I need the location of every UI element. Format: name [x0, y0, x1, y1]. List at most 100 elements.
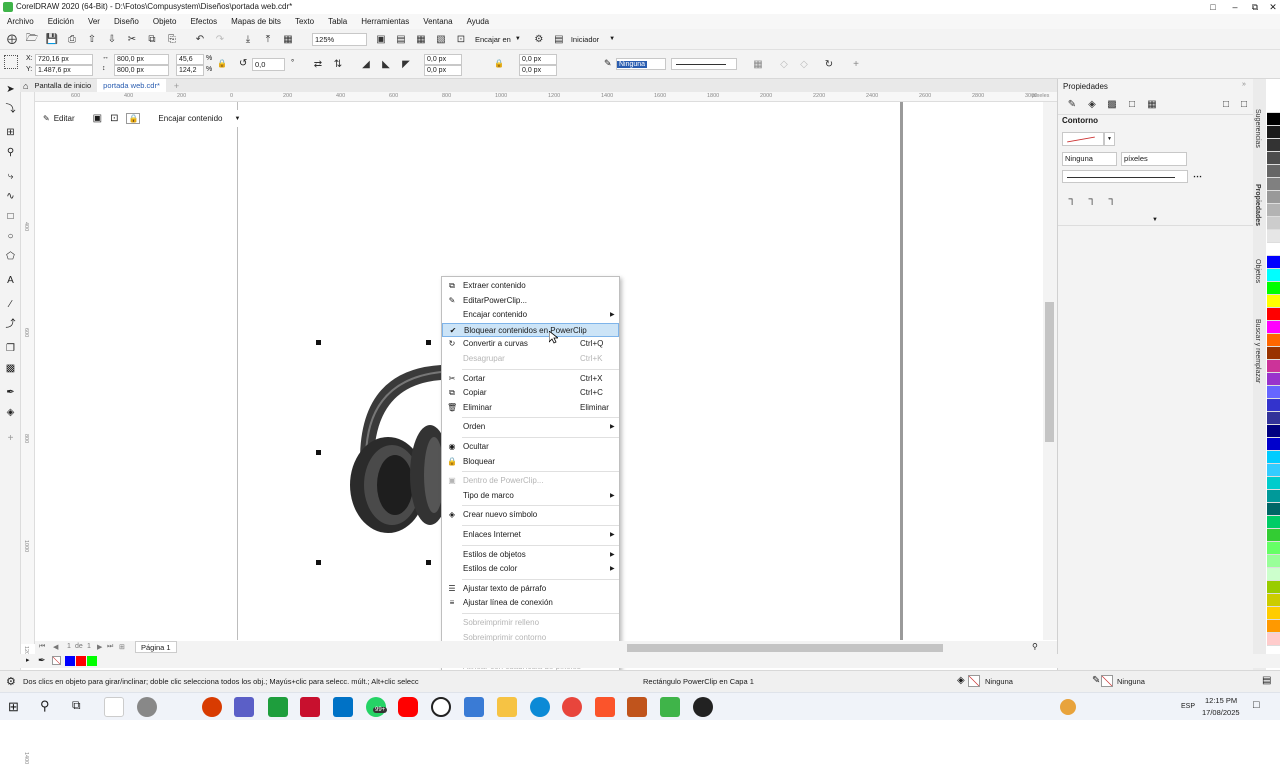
vertical-scroll-thumb[interactable]	[1045, 302, 1054, 442]
launcher-dropdown[interactable]: Iniciador	[571, 35, 599, 44]
cap-square-icon[interactable]: ┐	[1104, 191, 1120, 207]
cut-icon[interactable]: ✂	[124, 31, 140, 47]
artistic-media-icon[interactable]: ∿	[3, 189, 18, 204]
context-menu-item[interactable]: Sobreimprimir relleno	[442, 616, 619, 630]
transparency-tab-icon[interactable]: □	[1124, 96, 1140, 112]
menu-diseno[interactable]: Diseño	[114, 17, 139, 26]
menu-objeto[interactable]: Objeto	[153, 17, 177, 26]
y-position-field[interactable]: 1.487,6 px	[35, 65, 93, 76]
new-document-icon[interactable]: ⨁	[4, 31, 20, 47]
pick-tool-icon[interactable]: ➤	[3, 82, 18, 97]
outline-color-swatch[interactable]	[1062, 132, 1104, 146]
context-menu-item[interactable]: ✔ Bloquear contenidos en PowerClip	[442, 322, 619, 337]
interactive-fill-icon[interactable]: ◈	[3, 405, 18, 420]
full-screen-icon[interactable]: ▣	[373, 31, 389, 47]
outline-units-field[interactable]: píxeles	[1121, 152, 1187, 166]
rulers-icon[interactable]: ▤	[393, 31, 409, 47]
palette-swatch[interactable]	[1267, 165, 1280, 178]
selection-handle[interactable]	[426, 560, 431, 565]
palette-swatch[interactable]	[1267, 295, 1280, 308]
selection-handle[interactable]	[316, 450, 321, 455]
office-app-icon[interactable]	[202, 697, 222, 717]
palette-swatch[interactable]	[1267, 217, 1280, 230]
brave-app-icon[interactable]	[595, 697, 615, 717]
context-menu-item[interactable]: ◉ Ocultar	[442, 440, 619, 454]
palette-swatch[interactable]	[1267, 399, 1280, 412]
palette-swatch[interactable]	[1267, 633, 1280, 646]
mirror-horizontal-icon[interactable]: ⇄	[310, 56, 326, 72]
corner-radius-1[interactable]: 0,0 px	[424, 54, 462, 65]
export-icon[interactable]: ⤒	[260, 31, 276, 47]
outline-style-select[interactable]	[1062, 170, 1188, 183]
palette-swatch[interactable]	[1267, 308, 1280, 321]
openai-app-icon[interactable]	[431, 697, 451, 717]
menu-ver[interactable]: Ver	[88, 17, 100, 26]
launcher-icon[interactable]: ▤	[551, 31, 567, 47]
extract-content-icon[interactable]: ▣	[93, 113, 102, 124]
undo-icon[interactable]: ↶	[192, 31, 208, 47]
context-menu-item[interactable]: Estilos de color ▶	[442, 562, 619, 576]
app-dark-icon[interactable]	[693, 697, 713, 717]
context-menu-item[interactable]: ↻ Convertir a curvas Ctrl+Q	[442, 337, 619, 351]
palette-swatch[interactable]	[1267, 529, 1280, 542]
palette-swatch[interactable]	[1267, 243, 1280, 256]
last-page-icon[interactable]: ⏭	[107, 643, 113, 651]
headphones-image[interactable]	[340, 360, 441, 540]
paste-icon[interactable]: ⎘	[164, 31, 180, 47]
docpal-swatch-1[interactable]	[76, 656, 86, 666]
horizontal-scrollbar[interactable]: ⏮ ◀ 1 de 1 ▶ ⏭ ⊞ Página 1 ⚲	[35, 641, 1057, 654]
connector-tool-icon[interactable]: ⤴	[3, 317, 18, 332]
scale-x-field[interactable]: 45,6	[176, 54, 204, 65]
settings-gear-icon[interactable]: ⚙	[6, 675, 16, 688]
snap-icon[interactable]: ⊡	[453, 31, 469, 47]
context-menu-item[interactable]: ✎ EditarPowerClip...	[442, 294, 619, 308]
app-orange-icon[interactable]	[627, 697, 647, 717]
outline-pen-tab-icon[interactable]: ✎	[1064, 96, 1080, 112]
frame-view-alt-icon[interactable]: □	[1236, 96, 1252, 112]
teams-app-icon[interactable]	[234, 697, 254, 717]
menu-efectos[interactable]: Efectos	[190, 17, 217, 26]
refresh-icon[interactable]: ↻	[821, 56, 837, 72]
pattern-tab-icon[interactable]: ▩	[1104, 96, 1120, 112]
open-folder-icon[interactable]: 🗁	[24, 31, 40, 47]
menu-archivo[interactable]: Archivo	[7, 17, 34, 26]
vertical-scrollbar[interactable]	[1043, 102, 1057, 640]
palette-swatch[interactable]	[1267, 386, 1280, 399]
next-page-icon[interactable]: ▶	[97, 643, 102, 651]
context-menu-item[interactable]: ▣ Dentro de PowerClip...	[442, 474, 619, 488]
corner-radius-2[interactable]: 0,0 px	[424, 65, 462, 76]
apple-app-icon[interactable]	[137, 697, 157, 717]
select-content-icon[interactable]: ⊡	[110, 113, 118, 124]
palette-swatch[interactable]	[1267, 503, 1280, 516]
tab-home[interactable]: Pantalla de inicio	[28, 79, 97, 92]
freehand-tool-icon[interactable]: ⤷	[3, 169, 18, 184]
copy-icon[interactable]: ⧉	[144, 31, 160, 47]
eyedropper-tool-icon[interactable]: ✒	[3, 385, 18, 400]
docpal-swatch-0[interactable]	[65, 656, 75, 666]
coreldraw-app-icon[interactable]	[660, 697, 680, 717]
palette-swatch[interactable]	[1267, 373, 1280, 386]
minimize-button[interactable]: –	[1224, 0, 1246, 14]
fill-tab-icon[interactable]: ◈	[1084, 96, 1100, 112]
add-tab-icon[interactable]: +	[174, 81, 179, 91]
cloud-download-icon[interactable]: ⇩	[104, 31, 120, 47]
grid-icon[interactable]: ▦	[413, 31, 429, 47]
zoom-level-select[interactable]: 125%	[312, 32, 367, 46]
selection-handle[interactable]	[426, 340, 431, 345]
palette-swatch[interactable]	[1267, 152, 1280, 165]
palette-swatch[interactable]	[1267, 282, 1280, 295]
tab-buscar-reemplazar[interactable]: Buscar y reemplazar	[1254, 319, 1261, 383]
eyedropper-icon[interactable]: ✒	[38, 655, 46, 666]
context-menu-item[interactable]: Orden ▶	[442, 420, 619, 434]
youtube-app-icon[interactable]	[398, 697, 418, 717]
reference-point-icon[interactable]	[4, 55, 18, 69]
context-menu-item[interactable]: Encajar contenido ▶	[442, 308, 619, 322]
guidelines-icon[interactable]: ▧	[433, 31, 449, 47]
palette-swatch[interactable]	[1267, 594, 1280, 607]
palette-swatch[interactable]	[1267, 191, 1280, 204]
no-color-swatch[interactable]	[52, 656, 61, 665]
add-plus-icon[interactable]: +	[848, 56, 864, 72]
palette-swatch[interactable]	[1267, 178, 1280, 191]
palette-swatch[interactable]	[1267, 230, 1280, 243]
palette-swatch[interactable]	[1267, 477, 1280, 490]
